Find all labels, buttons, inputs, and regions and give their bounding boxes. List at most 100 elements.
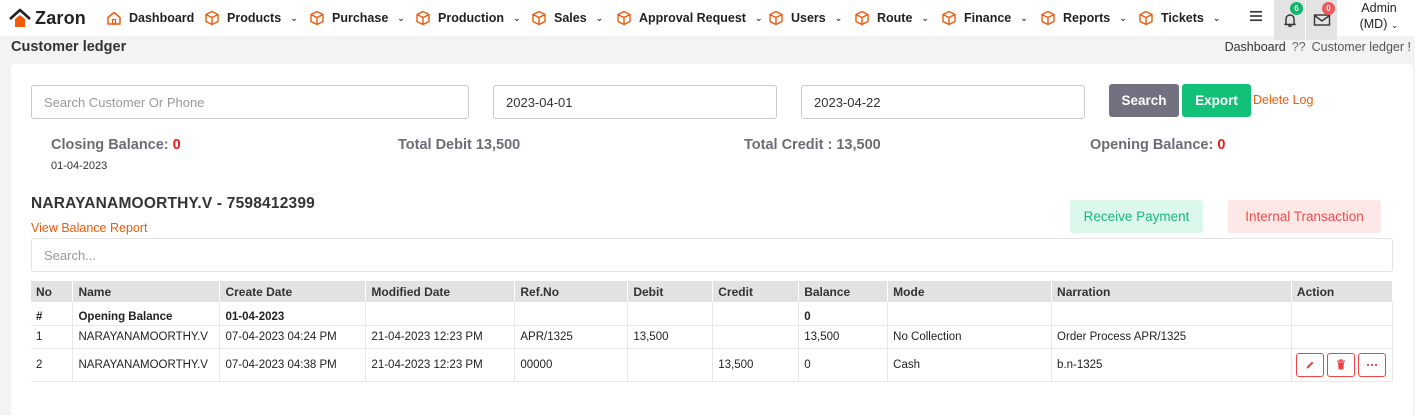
cell-ref-no: APR/1325 xyxy=(514,325,629,349)
cell-modified-date: 21-04-2023 12:23 PM xyxy=(365,325,516,349)
cell-action xyxy=(1291,325,1394,349)
table-search-input[interactable] xyxy=(31,238,1393,272)
chevron-down-icon: ⌄ xyxy=(1119,12,1127,23)
total-credit: Total Credit : 13,500 xyxy=(744,137,881,153)
cell-credit xyxy=(712,302,800,326)
nav-sales[interactable]: Sales ⌄ xyxy=(531,0,603,36)
nav-products[interactable]: Products ⌄ xyxy=(204,0,298,36)
from-date-input[interactable] xyxy=(493,85,777,119)
page-title: Customer ledger xyxy=(11,39,127,55)
delete-log-link[interactable]: Delete Log xyxy=(1253,93,1313,107)
nav-route-label: Route xyxy=(877,11,913,25)
cell-debit xyxy=(627,348,714,382)
nav-purchase-label: Purchase xyxy=(332,11,389,25)
cell-name: NARAYANAMOORTHY.V xyxy=(72,348,221,382)
cell-no: # xyxy=(31,302,74,326)
column-header[interactable]: Ref.No xyxy=(514,281,629,302)
nav-tickets[interactable]: Tickets ⌄ xyxy=(1138,0,1220,36)
nav-approval-request[interactable]: Approval Request ⌄ xyxy=(616,0,763,36)
nav-finance[interactable]: Finance ⌄ xyxy=(941,0,1028,36)
user-menu[interactable]: Admin (MD) ⌄ xyxy=(1350,0,1408,33)
top-navbar: Zaron Dashboard Products ⌄ Purchase ⌄ Pr… xyxy=(0,0,1415,40)
box-icon xyxy=(416,10,430,26)
nav-reports[interactable]: Reports ⌄ xyxy=(1040,0,1127,36)
nav-production[interactable]: Production ⌄ xyxy=(415,0,521,36)
nav-dashboard[interactable]: Dashboard xyxy=(106,0,194,36)
ledger-table: No Name Create Date Modified Date Ref.No… xyxy=(31,281,1394,382)
nav-finance-label: Finance xyxy=(964,11,1012,25)
chevron-down-icon: ⌄ xyxy=(290,12,298,23)
box-icon xyxy=(1041,10,1055,26)
table-row: 1 NARAYANAMOORTHY.V 07-04-2023 04:24 PM … xyxy=(31,325,1394,349)
nav-purchase[interactable]: Purchase ⌄ xyxy=(309,0,405,36)
cell-name: Opening Balance xyxy=(72,302,221,326)
to-date-input[interactable] xyxy=(801,85,1085,119)
cell-ref-no xyxy=(514,302,629,326)
chevron-down-icon: ⌄ xyxy=(834,12,843,23)
nav-products-label: Products xyxy=(227,11,282,25)
receive-payment-button[interactable]: Receive Payment xyxy=(1070,200,1203,233)
closing-balance-label: Closing Balance: xyxy=(51,137,169,153)
box-icon xyxy=(1139,10,1153,26)
cell-narration: Order Process APR/1325 xyxy=(1051,325,1292,349)
cell-action xyxy=(1291,348,1394,382)
column-header[interactable]: Modified Date xyxy=(365,281,516,302)
chevron-down-icon: ⌄ xyxy=(1020,12,1028,23)
cell-modified-date: 21-04-2023 12:23 PM xyxy=(365,348,516,382)
search-button[interactable]: Search xyxy=(1109,84,1179,117)
menu-icon[interactable] xyxy=(1249,9,1263,23)
user-name: Admin xyxy=(1361,1,1397,15)
cell-mode: No Collection xyxy=(887,325,1053,349)
app-name: Zaron xyxy=(35,7,87,28)
column-header[interactable]: No xyxy=(31,281,74,302)
column-header[interactable]: Credit xyxy=(712,281,800,302)
messages-button[interactable]: 0 xyxy=(1306,0,1337,40)
ellipsis-icon xyxy=(1366,363,1378,366)
nav-users[interactable]: Users ⌄ xyxy=(768,0,842,36)
view-balance-report-link[interactable]: View Balance Report xyxy=(31,221,148,235)
chevron-down-icon: ⌄ xyxy=(1212,12,1221,23)
box-icon xyxy=(855,10,869,26)
more-options-button[interactable] xyxy=(1357,352,1386,377)
cell-create-date: 01-04-2023 xyxy=(219,302,367,326)
home-icon xyxy=(107,11,121,25)
delete-button[interactable] xyxy=(1326,352,1355,377)
breadcrumb-current: Customer ledger ! xyxy=(1311,40,1411,54)
nav-route[interactable]: Route ⌄ xyxy=(854,0,929,36)
trash-icon xyxy=(1336,359,1345,370)
logo[interactable]: Zaron xyxy=(8,7,100,29)
cell-debit: 13,500 xyxy=(627,325,714,349)
column-header[interactable]: Balance xyxy=(798,281,889,302)
chevron-down-icon: ⌄ xyxy=(754,12,763,23)
notification-count-badge: 6 xyxy=(1290,2,1303,15)
column-header[interactable]: Mode xyxy=(887,281,1053,302)
nav-users-label: Users xyxy=(791,11,826,25)
edit-button[interactable] xyxy=(1295,352,1324,377)
user-role: (MD) xyxy=(1359,17,1388,31)
nav-dashboard-label: Dashboard xyxy=(129,11,195,25)
cell-credit: 13,500 xyxy=(712,348,800,382)
cell-debit xyxy=(627,302,714,326)
notifications-button[interactable]: 6 xyxy=(1274,0,1305,40)
cell-no: 1 xyxy=(31,325,74,349)
cell-balance: 0 xyxy=(798,348,889,382)
column-header[interactable]: Create Date xyxy=(219,281,367,302)
cell-balance: 13,500 xyxy=(798,325,889,349)
cell-narration: b.n-1325 xyxy=(1051,348,1292,382)
internal-transaction-button[interactable]: Internal Transaction xyxy=(1228,200,1381,233)
nav-tickets-label: Tickets xyxy=(1161,11,1204,25)
export-button[interactable]: Export xyxy=(1182,84,1251,117)
cell-mode: Cash xyxy=(887,348,1053,382)
closing-balance-date: 01-04-2023 xyxy=(51,160,108,172)
table-row: # Opening Balance 01-04-2023 0 xyxy=(31,302,1394,326)
column-header[interactable]: Narration xyxy=(1051,281,1292,302)
box-icon xyxy=(532,10,546,26)
column-header[interactable]: Name xyxy=(72,281,221,302)
opening-balance-label: Opening Balance: xyxy=(1090,137,1214,153)
customer-search-input[interactable] xyxy=(31,85,469,119)
breadcrumb-home[interactable]: Dashboard xyxy=(1225,40,1286,54)
cell-name: NARAYANAMOORTHY.V xyxy=(72,325,221,349)
breadcrumb-separator: ?? xyxy=(1291,40,1306,54)
column-header[interactable]: Debit xyxy=(627,281,714,302)
cell-create-date: 07-04-2023 04:24 PM xyxy=(219,325,367,349)
